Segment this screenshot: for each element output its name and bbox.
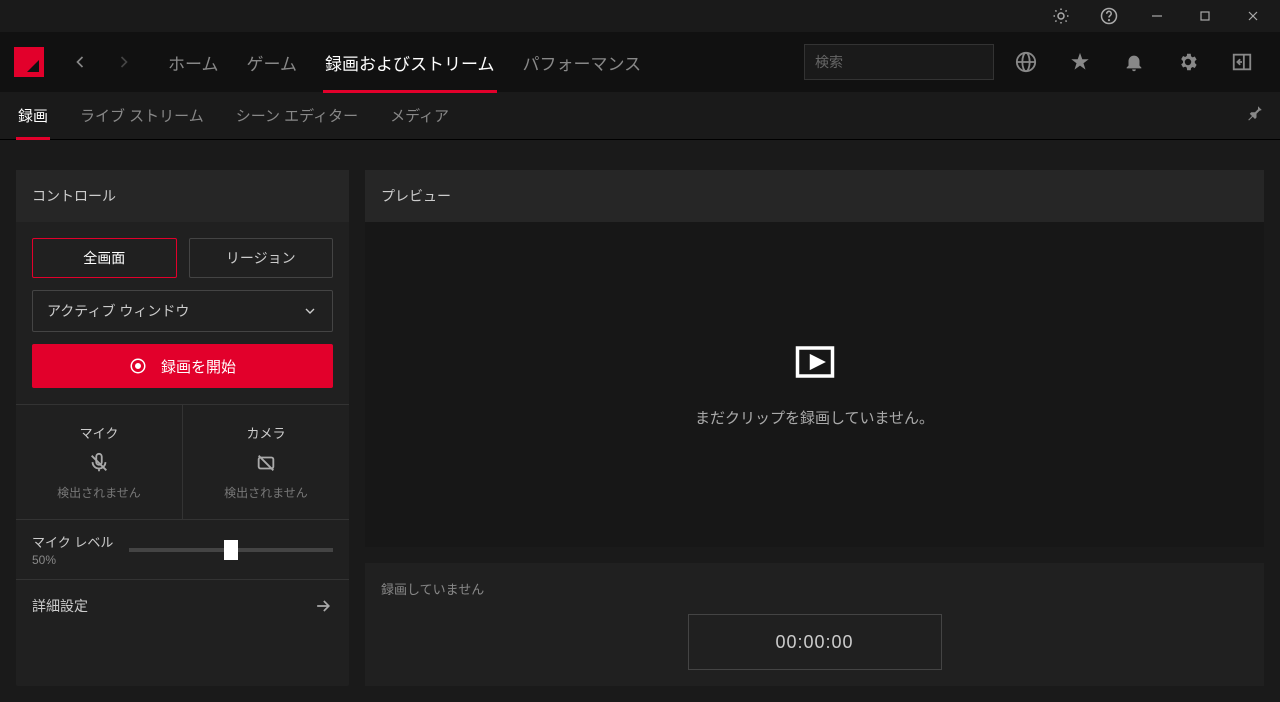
main-area: プレビュー まだクリップを録画していません。 録画していません 00:00:00 [365,170,1264,686]
services-icon[interactable] [1038,0,1084,32]
camera-label: カメラ [246,423,285,442]
slider-thumb[interactable] [224,540,238,560]
recording-timer: 00:00:00 [688,614,942,670]
camera-status: 検出されません [224,484,308,501]
maximize-button[interactable] [1182,0,1228,32]
subtab-scene[interactable]: シーン エディター [234,92,360,139]
recording-status-text: 録画していません [381,579,1248,598]
tab-performance[interactable]: パフォーマンス [521,32,644,93]
record-icon [129,357,147,375]
main-header: ホーム ゲーム 録画およびストリーム パフォーマンス [0,32,1280,92]
mic-level-label: マイク レベル [32,532,113,551]
capture-window-value: アクティブ ウィンドウ [47,301,189,321]
advanced-label: 詳細設定 [32,596,88,616]
advanced-settings-button[interactable]: 詳細設定 [16,579,349,632]
help-icon[interactable] [1086,0,1132,32]
mic-level-slider[interactable] [129,548,333,552]
capture-window-select[interactable]: アクティブ ウィンドウ [32,290,333,332]
camera-off-icon [255,452,277,474]
settings-icon[interactable] [1166,40,1210,84]
subtab-media[interactable]: メディア [388,92,451,139]
start-record-label: 録画を開始 [161,356,236,377]
region-toggle[interactable]: リージョン [189,238,334,278]
tab-home[interactable]: ホーム [166,32,221,93]
camera-device[interactable]: カメラ 検出されません [183,405,349,519]
tab-record-stream[interactable]: 録画およびストリーム [323,32,497,93]
mic-off-icon [88,452,110,474]
fullscreen-toggle[interactable]: 全画面 [32,238,177,278]
controls-panel: コントロール 全画面 リージョン アクティブ ウィンドウ 録画を開始 マイク 検… [16,170,349,686]
mic-device[interactable]: マイク 検出されません [16,405,183,519]
preview-title: プレビュー [365,170,1264,222]
minimize-button[interactable] [1134,0,1180,32]
nav-back-button[interactable] [58,40,102,84]
dock-icon[interactable] [1220,40,1264,84]
search-input[interactable] [815,54,996,70]
sub-tabs: 録画 ライブ ストリーム シーン エディター メディア [0,92,1280,140]
close-button[interactable] [1230,0,1276,32]
mic-level-row: マイク レベル 50% [16,519,349,579]
web-icon[interactable] [1004,40,1048,84]
subtab-record[interactable]: 録画 [16,92,50,139]
amd-logo [0,32,58,92]
preview-empty-message: まだクリップを録画していません。 [695,407,934,428]
content-area: コントロール 全画面 リージョン アクティブ ウィンドウ 録画を開始 マイク 検… [0,140,1280,702]
tab-game[interactable]: ゲーム [245,32,300,93]
title-bar [0,0,1280,32]
subtab-live[interactable]: ライブ ストリーム [78,92,206,139]
notifications-icon[interactable] [1112,40,1156,84]
favorites-icon[interactable] [1058,40,1102,84]
nav-forward-button[interactable] [102,40,146,84]
controls-title: コントロール [16,170,349,222]
chevron-down-icon [302,303,318,319]
mic-status: 検出されません [57,484,141,501]
pin-icon[interactable] [1246,104,1264,127]
search-box[interactable] [804,44,994,80]
mic-level-value: 50% [32,553,113,567]
mic-label: マイク [80,423,119,442]
recording-status-panel: 録画していません 00:00:00 [365,563,1264,686]
preview-panel: プレビュー まだクリップを録画していません。 [365,170,1264,547]
start-record-button[interactable]: 録画を開始 [32,344,333,388]
play-icon [794,341,836,383]
arrow-right-icon [313,596,333,616]
